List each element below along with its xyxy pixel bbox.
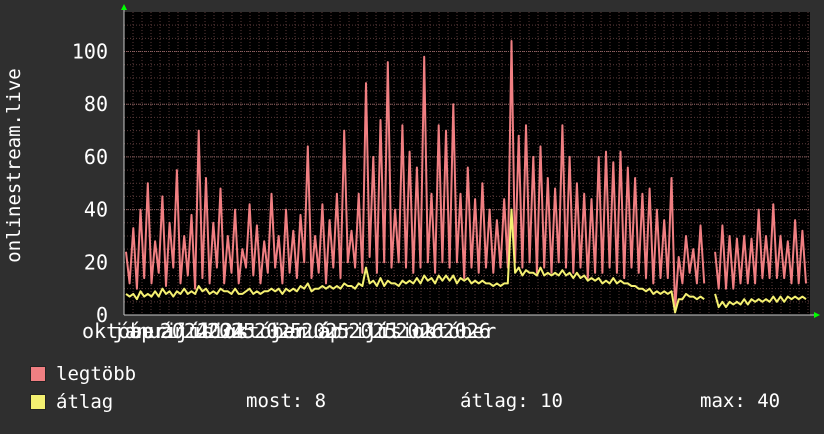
x-axis-arrow [814,312,820,318]
legend-swatch-max [30,366,46,382]
y-tick-label: 100 [72,40,108,64]
y-tick-label: 60 [84,145,108,169]
legend-swatch-avg [30,394,46,410]
legend-label-max: legtöbb [56,363,137,385]
plot-area [124,12,810,315]
y-tick-label: 80 [84,92,108,116]
stat-avg: átlag: 10 [460,390,563,412]
stat-now: most: 8 [246,390,327,412]
x-tick-label: 2026 [443,319,491,343]
y-tick-label: 40 [84,198,108,222]
legend-item-max: legtöbb [30,362,136,386]
y-axis-arrow [121,4,127,10]
legend-label-avg: átlag [56,391,114,413]
y-tick-label: 20 [84,250,108,274]
legend-item-avg: átlag [30,390,113,414]
y-axis-label: onlinestream.live [3,68,25,262]
stat-max: max: 40 [700,390,781,412]
